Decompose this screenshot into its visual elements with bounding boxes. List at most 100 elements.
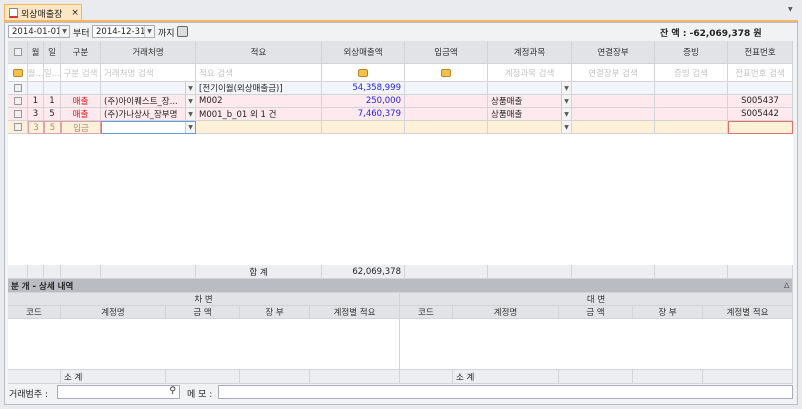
checkbox-icon[interactable]	[13, 84, 22, 92]
filter-ledger[interactable]: 연결장부 검색	[572, 64, 655, 82]
row-deposit	[405, 95, 488, 108]
total-sales: 62,069,378	[322, 265, 405, 279]
filter-account[interactable]: 계정과목 검색	[488, 64, 572, 82]
chevron-down-icon[interactable]: ▼	[185, 95, 195, 107]
column-header-memo[interactable]: 적요	[196, 41, 322, 64]
chevron-down-icon[interactable]: ▼	[185, 122, 195, 133]
filter-deposit[interactable]	[405, 64, 488, 82]
search-icon[interactable]: ⚲	[169, 386, 176, 396]
close-tab-icon[interactable]: ×	[71, 8, 79, 18]
row-account[interactable]: ▼	[488, 121, 572, 134]
total-voucher	[728, 265, 793, 279]
credit-column-0[interactable]: 코드	[400, 306, 453, 319]
filter-memo[interactable]: 적요 검색	[196, 64, 322, 82]
checkbox-icon[interactable]	[13, 110, 22, 118]
credit-header: 대 변	[400, 293, 793, 306]
column-header-month[interactable]: 월	[28, 41, 44, 64]
column-header-type[interactable]: 구분	[61, 41, 101, 64]
total-ledger	[572, 265, 655, 279]
lock-icon[interactable]	[358, 68, 368, 77]
row-day: 5	[44, 108, 61, 121]
filter-sales[interactable]	[322, 64, 405, 82]
filter-day[interactable]: 일...	[44, 64, 61, 82]
debit-column-4[interactable]: 계정별 적요	[310, 306, 400, 319]
row-memo: M002	[196, 95, 322, 108]
memo-input[interactable]	[218, 385, 793, 399]
column-header-ledger[interactable]: 연결장부	[572, 41, 655, 64]
row-client[interactable]: ▼	[101, 121, 196, 134]
row-client[interactable]: ▼	[101, 82, 196, 95]
debit-column-3[interactable]: 장 부	[240, 306, 310, 319]
row-account[interactable]: ▼	[488, 82, 572, 95]
credit-subtotal-4	[703, 370, 793, 384]
column-header-checkbox[interactable]	[8, 41, 28, 64]
column-header-voucher[interactable]: 전표번호	[728, 41, 793, 64]
row-deposit	[405, 82, 488, 95]
debit-subtotal-4	[310, 370, 400, 384]
debit-column-1[interactable]: 계정명	[61, 306, 166, 319]
row-account[interactable]: 상품매출 ▼	[488, 108, 572, 121]
filter-checkbox[interactable]	[8, 64, 28, 82]
credit-subtotal-3	[633, 370, 703, 384]
credit-column-3[interactable]: 장 부	[633, 306, 703, 319]
row-memo: [전기이월(외상매출금)]	[196, 82, 322, 95]
column-header-client[interactable]: 거래처명	[101, 41, 196, 64]
client-category-input[interactable]: ⚲	[57, 385, 180, 399]
credit-subtotal-2	[559, 370, 633, 384]
chevron-down-icon[interactable]: ▼	[561, 108, 571, 120]
row-sales: 7,460,379	[322, 108, 405, 121]
checkbox-icon[interactable]	[13, 123, 22, 131]
filter-type[interactable]: 구분 검색	[61, 64, 101, 82]
row-ledger	[572, 95, 655, 108]
chevron-down-icon[interactable]: ▼	[561, 95, 571, 107]
filter-client[interactable]: 거래처명 검색	[101, 64, 196, 82]
chevron-down-icon[interactable]: ▼	[185, 108, 195, 120]
debit-column-0[interactable]: 코드	[8, 306, 61, 319]
lock-icon[interactable]	[12, 68, 23, 77]
row-ledger	[572, 108, 655, 121]
column-header-sales[interactable]: 외상매출액	[322, 41, 405, 64]
total-client	[101, 265, 196, 279]
to-label: 까지	[158, 29, 175, 39]
column-header-account[interactable]: 계정과목	[488, 41, 572, 64]
checkbox-icon[interactable]	[13, 48, 22, 56]
to-date-picker[interactable]: 2014-12-31 ▼	[92, 25, 155, 38]
detail-panel-header[interactable]: 분 개 - 상세 내역	[8, 279, 793, 293]
from-date-picker[interactable]: 2014-01-01 ▼	[8, 25, 70, 38]
row-client[interactable]: (주)가나상사_장부명 ▼	[101, 108, 196, 121]
row-voucher	[728, 121, 793, 134]
row-voucher: S005437	[728, 95, 793, 108]
column-header-day[interactable]: 일	[44, 41, 61, 64]
collapse-icon[interactable]: △	[784, 281, 789, 289]
row-day: 1	[44, 95, 61, 108]
credit-column-1[interactable]: 계정명	[453, 306, 559, 319]
chevron-down-icon: ▼	[144, 26, 154, 37]
chevron-down-icon[interactable]: ▼	[185, 82, 195, 94]
row-client[interactable]: (주)아이퀘스트_장... ▼	[101, 95, 196, 108]
row-checkbox[interactable]	[8, 108, 28, 121]
credit-column-4[interactable]: 계정별 적요	[703, 306, 793, 319]
row-checkbox[interactable]	[8, 95, 28, 108]
row-evidence	[655, 82, 728, 95]
credit-column-2[interactable]: 금 액	[559, 306, 633, 319]
row-sales: 250,000	[322, 95, 405, 108]
column-header-evidence[interactable]: 증빙	[655, 41, 728, 64]
tab-menu-chevron-icon[interactable]: ▼	[788, 6, 793, 13]
row-account[interactable]: 상품매출 ▼	[488, 95, 572, 108]
row-checkbox[interactable]	[8, 82, 28, 95]
column-header-deposit[interactable]: 입금액	[405, 41, 488, 64]
lock-icon[interactable]	[441, 68, 451, 77]
row-ledger	[572, 121, 655, 134]
filter-voucher[interactable]: 전표번호 검색	[728, 64, 793, 82]
debit-column-2[interactable]: 금 액	[166, 306, 240, 319]
filter-month[interactable]: 월...	[28, 64, 44, 82]
credit-body	[400, 319, 793, 370]
tab-outstanding-sales[interactable]: 외상매출장 ×	[4, 4, 82, 21]
filter-evidence[interactable]: 증빙 검색	[655, 64, 728, 82]
row-checkbox[interactable]	[8, 121, 28, 134]
chevron-down-icon[interactable]: ▼	[561, 82, 571, 94]
checkbox-icon[interactable]	[13, 97, 22, 105]
grid-empty-area	[8, 134, 793, 265]
chevron-down-icon[interactable]: ▼	[561, 121, 571, 133]
print-icon[interactable]	[177, 26, 188, 37]
